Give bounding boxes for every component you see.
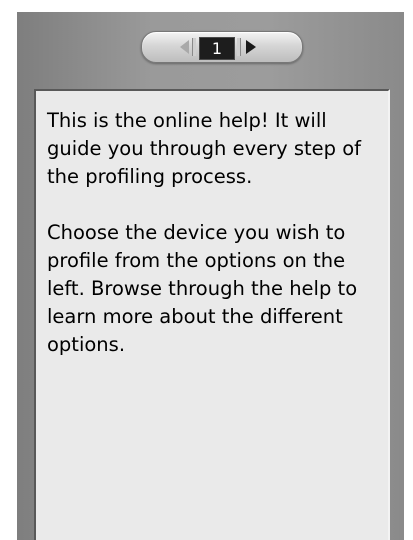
pager-divider-left [192, 38, 196, 56]
pager-divider-right [237, 38, 241, 56]
help-content: This is the online help! It will guide y… [47, 107, 387, 387]
page-number-indicator: 1 [199, 37, 235, 60]
previous-page-button[interactable] [180, 40, 189, 54]
next-page-button[interactable] [246, 40, 256, 54]
help-text-area: This is the online help! It will guide y… [34, 89, 390, 540]
help-paragraph-instructions: Choose the device you wish to profile fr… [47, 221, 358, 356]
help-window: 1 This is the online help! It will guide… [0, 0, 413, 540]
help-paragraph-intro: This is the online help! It will guide y… [47, 109, 362, 188]
page-navigator: 1 [141, 31, 303, 63]
